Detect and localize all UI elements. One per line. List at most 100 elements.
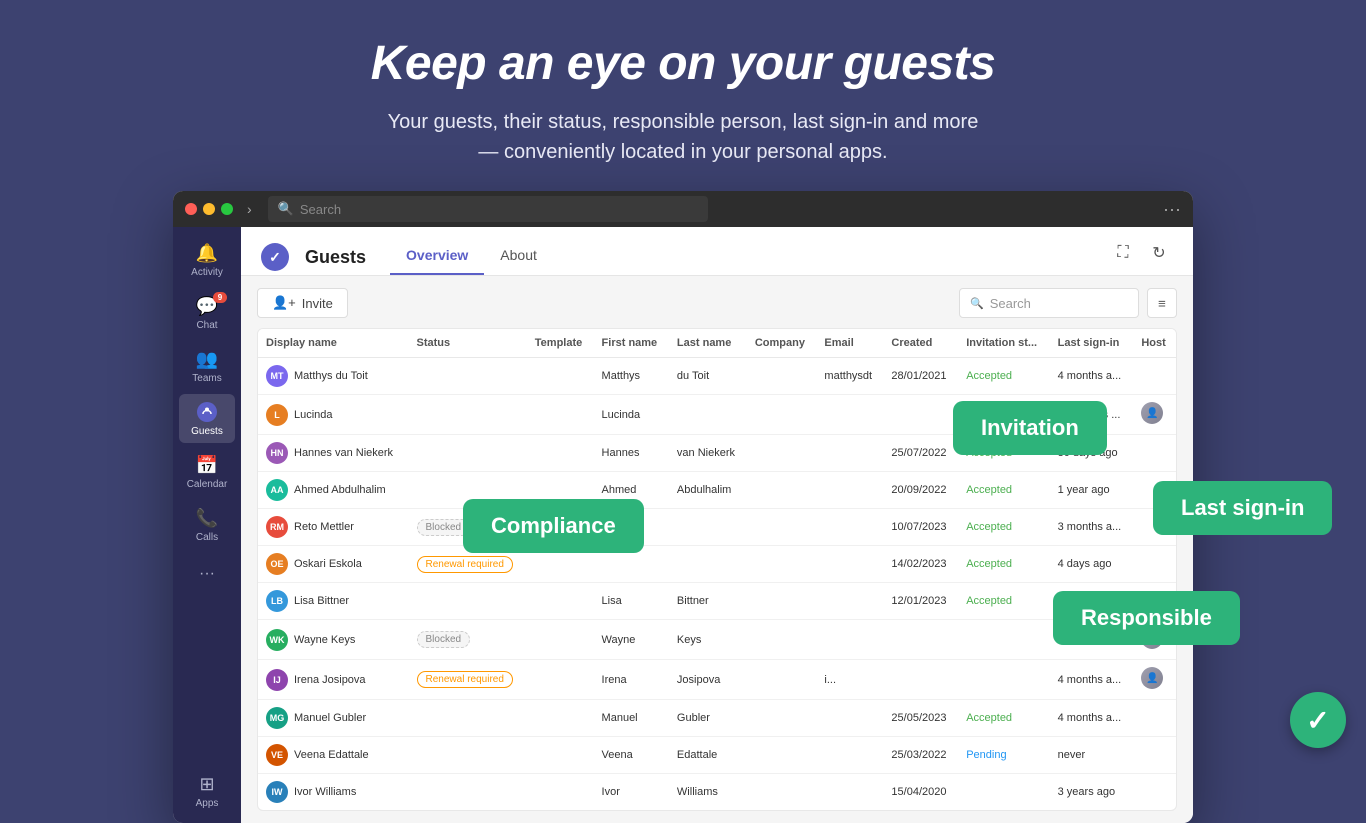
- row-avatar: WK: [266, 629, 288, 651]
- host-avatar: 👤: [1141, 402, 1163, 424]
- sidebar-item-activity[interactable]: 🔔 Activity: [179, 235, 235, 284]
- table-row[interactable]: AA Ahmed Abdulhalim Ahmed Abdulhalim 20/…: [258, 472, 1176, 509]
- filter-button[interactable]: ≡: [1147, 288, 1177, 318]
- col-last-signin[interactable]: Last sign-in: [1050, 329, 1134, 358]
- cell-email: [816, 395, 883, 435]
- close-dot[interactable]: [185, 203, 197, 215]
- col-last-name[interactable]: Last name: [669, 329, 747, 358]
- table-row[interactable]: RM Reto Mettler Blocked 10/07/2023 Accep…: [258, 509, 1176, 546]
- cell-created: 28/01/2021: [883, 358, 958, 395]
- cell-first-name: [594, 509, 669, 546]
- cell-last-signin: 3 months a...: [1050, 509, 1134, 546]
- tab-overview[interactable]: Overview: [390, 239, 484, 275]
- col-company[interactable]: Company: [747, 329, 817, 358]
- sidebar-item-teams[interactable]: 👥 Teams: [179, 341, 235, 390]
- title-bar-center: › 🔍 Search ···: [239, 196, 1181, 222]
- table-row[interactable]: WK Wayne Keys Blocked Wayne Keys never 👤: [258, 620, 1176, 660]
- cell-email: i...: [816, 660, 883, 700]
- expand-button[interactable]: ⛶: [1109, 239, 1137, 267]
- table-row[interactable]: OE Oskari Eskola Renewal required 14/02/…: [258, 546, 1176, 583]
- invitation-status: Accepted: [966, 409, 1012, 421]
- minimize-dot[interactable]: [203, 203, 215, 215]
- table-row[interactable]: MT Matthys du Toit Matthys du Toit matth…: [258, 358, 1176, 395]
- col-host[interactable]: Host: [1133, 329, 1176, 358]
- table-row[interactable]: HN Hannes van Niekerk Hannes van Niekerk…: [258, 435, 1176, 472]
- col-first-name[interactable]: First name: [594, 329, 669, 358]
- cell-first-name: Ivor: [594, 774, 669, 811]
- cell-last-name: Bittner: [669, 583, 747, 620]
- cell-invitation: Accepted: [958, 358, 1049, 395]
- sidebar-item-calls[interactable]: 📞 Calls: [179, 500, 235, 549]
- watermark-checkmark: ✓: [1290, 692, 1346, 748]
- top-nav-actions: ⛶ ↻: [1109, 239, 1173, 275]
- table-row[interactable]: LB Lisa Bittner Lisa Bittner 12/01/2023 …: [258, 583, 1176, 620]
- cell-last-signin: 4 months a...: [1050, 660, 1134, 700]
- invitation-status: Accepted: [966, 447, 1012, 459]
- maximize-dot[interactable]: [221, 203, 233, 215]
- table-row[interactable]: IW Ivor Williams Ivor Williams 15/04/202…: [258, 774, 1176, 811]
- cell-company: [747, 583, 817, 620]
- row-avatar: MT: [266, 365, 288, 387]
- cell-template: [527, 700, 594, 737]
- col-template[interactable]: Template: [527, 329, 594, 358]
- tab-about[interactable]: About: [484, 239, 553, 275]
- cell-invitation: Accepted: [958, 700, 1049, 737]
- sidebar-more[interactable]: ···: [191, 557, 223, 591]
- table-row[interactable]: MG Manuel Gubler Manuel Gubler 25/05/202…: [258, 700, 1176, 737]
- calendar-icon: 📅: [195, 453, 219, 477]
- cell-host: [1133, 358, 1176, 395]
- cell-status: Blocked: [409, 509, 527, 546]
- title-bar: › 🔍 Search ···: [173, 191, 1193, 227]
- table-row[interactable]: IJ Irena Josipova Renewal required Irena…: [258, 660, 1176, 700]
- cell-template: [527, 660, 594, 700]
- nav-arrow[interactable]: ›: [239, 197, 260, 221]
- cell-created: 12/01/2023: [883, 583, 958, 620]
- display-name-text: Ivor Williams: [294, 786, 356, 798]
- col-display-name[interactable]: Display name: [258, 329, 409, 358]
- cell-display-name: OE Oskari Eskola: [258, 546, 409, 583]
- cell-template: [527, 472, 594, 509]
- search-bar[interactable]: 🔍 Search: [268, 196, 708, 222]
- cell-template: [527, 509, 594, 546]
- table-area: 👤+ Invite 🔍 Search ≡: [241, 276, 1193, 823]
- teams-label: Teams: [192, 373, 221, 384]
- guests-icon-sidebar: [195, 400, 219, 424]
- guests-app-icon: [261, 243, 289, 271]
- cell-last-name: du Toit: [669, 358, 747, 395]
- invite-button[interactable]: 👤+ Invite: [257, 288, 348, 318]
- cell-first-name: Irena: [594, 660, 669, 700]
- cell-host: [1133, 583, 1176, 620]
- app-window: › 🔍 Search ··· 🔔 Activity 💬 Chat 9: [173, 191, 1193, 823]
- cell-email: [816, 546, 883, 583]
- sidebar-item-apps[interactable]: ⊞ Apps: [179, 766, 235, 815]
- col-status[interactable]: Status: [409, 329, 527, 358]
- main-panel: Guests Overview About ⛶ ↻ 👤+: [241, 227, 1193, 823]
- table-search-input[interactable]: 🔍 Search: [959, 288, 1139, 318]
- cell-invitation: [958, 620, 1049, 660]
- cell-company: [747, 358, 817, 395]
- cell-last-name: Gubler: [669, 700, 747, 737]
- sidebar-item-guests[interactable]: Guests: [179, 394, 235, 443]
- row-avatar: HN: [266, 442, 288, 464]
- cell-company: [747, 435, 817, 472]
- cell-last-name: Keys: [669, 620, 747, 660]
- cell-company: [747, 774, 817, 811]
- teams-icon: 👥: [195, 347, 219, 371]
- more-icon[interactable]: ···: [1163, 199, 1181, 220]
- refresh-button[interactable]: ↻: [1145, 239, 1173, 267]
- cell-template: [527, 546, 594, 583]
- cell-created: 14/02/2023: [883, 546, 958, 583]
- sidebar-item-chat[interactable]: 💬 Chat 9: [179, 288, 235, 337]
- col-invitation[interactable]: Invitation st...: [958, 329, 1049, 358]
- cell-last-signin: 4 months a...: [1050, 358, 1134, 395]
- cell-last-name: [669, 509, 747, 546]
- sidebar-item-calendar[interactable]: 📅 Calendar: [179, 447, 235, 496]
- display-name-text: Lucinda: [294, 409, 333, 421]
- col-email[interactable]: Email: [816, 329, 883, 358]
- activity-label: Activity: [191, 267, 223, 278]
- row-avatar: VE: [266, 744, 288, 766]
- table-row[interactable]: L Lucinda Lucinda Accepted 11 months ...…: [258, 395, 1176, 435]
- col-created[interactable]: Created: [883, 329, 958, 358]
- cell-company: [747, 546, 817, 583]
- cell-invitation: Accepted: [958, 583, 1049, 620]
